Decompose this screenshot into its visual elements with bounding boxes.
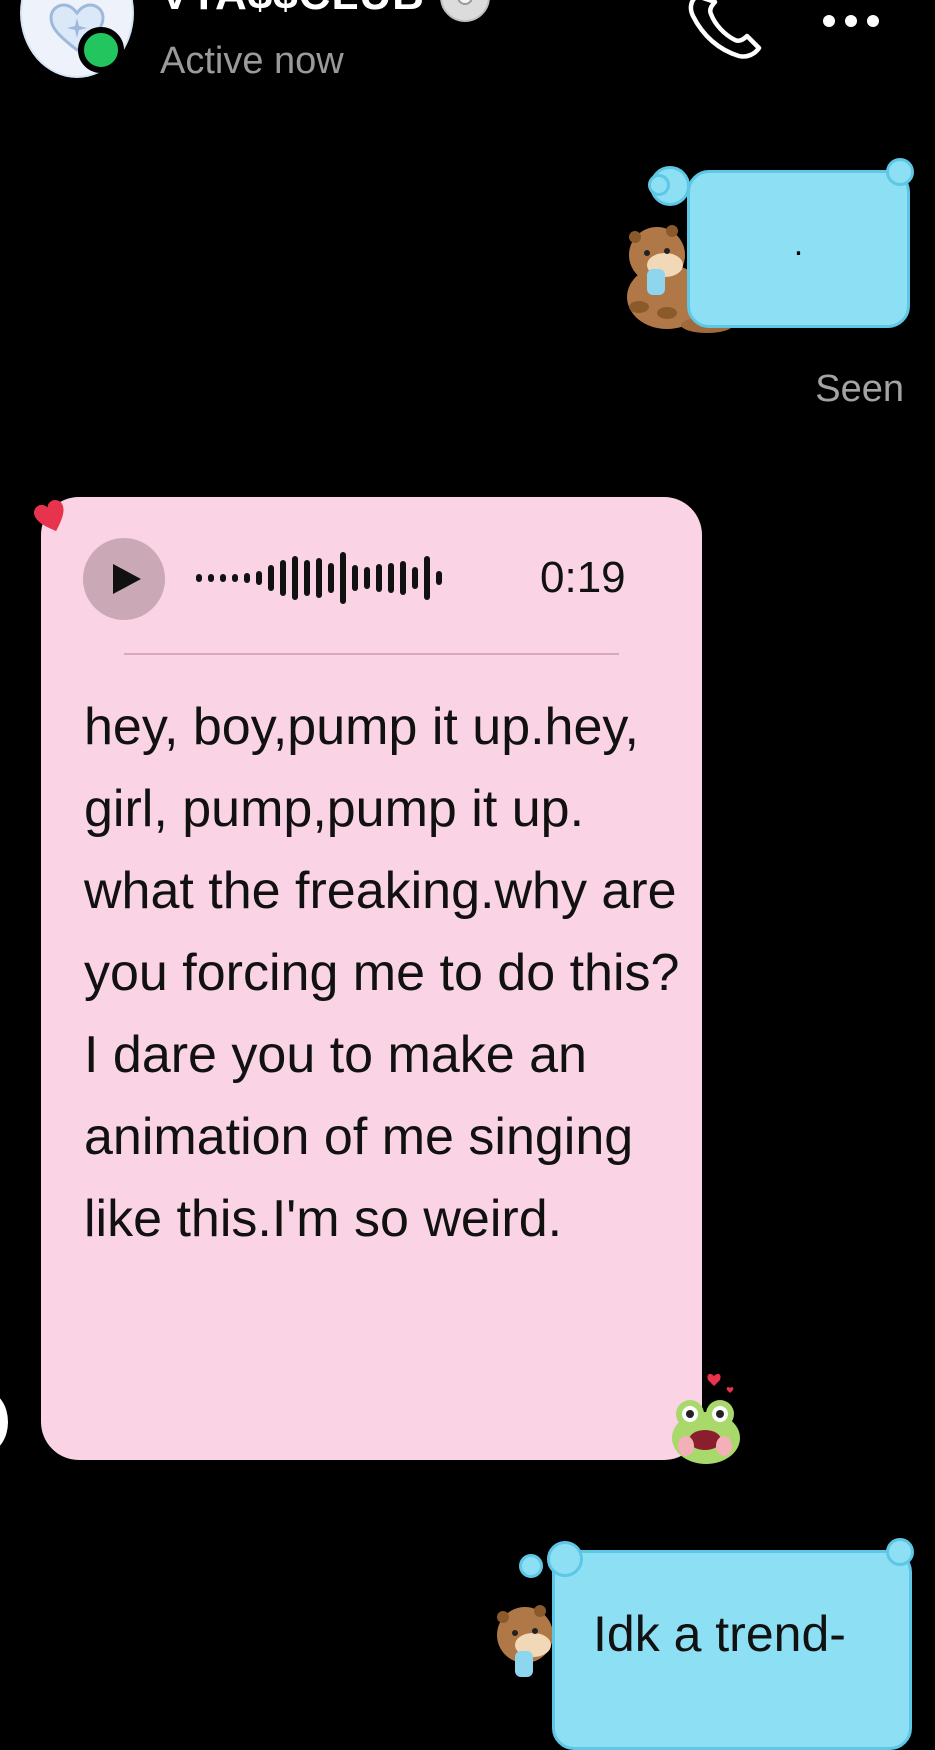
bubble-decoration xyxy=(886,1538,914,1566)
bubble-decoration xyxy=(648,174,670,196)
transcript-divider xyxy=(124,653,619,655)
call-button[interactable] xyxy=(685,0,765,60)
contact-name[interactable]: VTA$$CLUB xyxy=(160,0,492,24)
message-text: Idk a trend- xyxy=(593,1606,846,1662)
more-options-icon xyxy=(867,15,879,27)
more-options-icon xyxy=(845,15,857,27)
play-button[interactable] xyxy=(83,538,165,620)
voice-duration: 0:19 xyxy=(540,553,626,602)
disc-icon xyxy=(440,0,490,23)
bubble-decoration xyxy=(886,158,914,186)
voice-transcript: hey, boy,pump it up.hey, girl, pump,pump… xyxy=(84,698,680,1248)
bubble-decoration xyxy=(547,1541,583,1577)
more-options-button[interactable] xyxy=(823,6,893,36)
bubble-decoration xyxy=(519,1554,543,1578)
play-icon xyxy=(113,564,141,594)
more-options-icon xyxy=(823,15,835,27)
edge-avatar xyxy=(0,1392,8,1452)
heart-sticker xyxy=(34,500,64,532)
voice-waveform[interactable] xyxy=(196,548,442,608)
seen-label: Seen xyxy=(815,368,904,410)
outgoing-message-bubble[interactable]: Idk a trend- xyxy=(552,1550,912,1750)
online-status-dot xyxy=(78,27,124,73)
active-status: Active now xyxy=(160,40,344,82)
outgoing-message-bubble[interactable]: . xyxy=(687,170,910,328)
phone-icon xyxy=(688,0,762,59)
frog-sticker xyxy=(672,1373,740,1464)
message-text: . xyxy=(793,225,804,263)
contact-name-text: VTA$$CLUB xyxy=(160,0,425,19)
